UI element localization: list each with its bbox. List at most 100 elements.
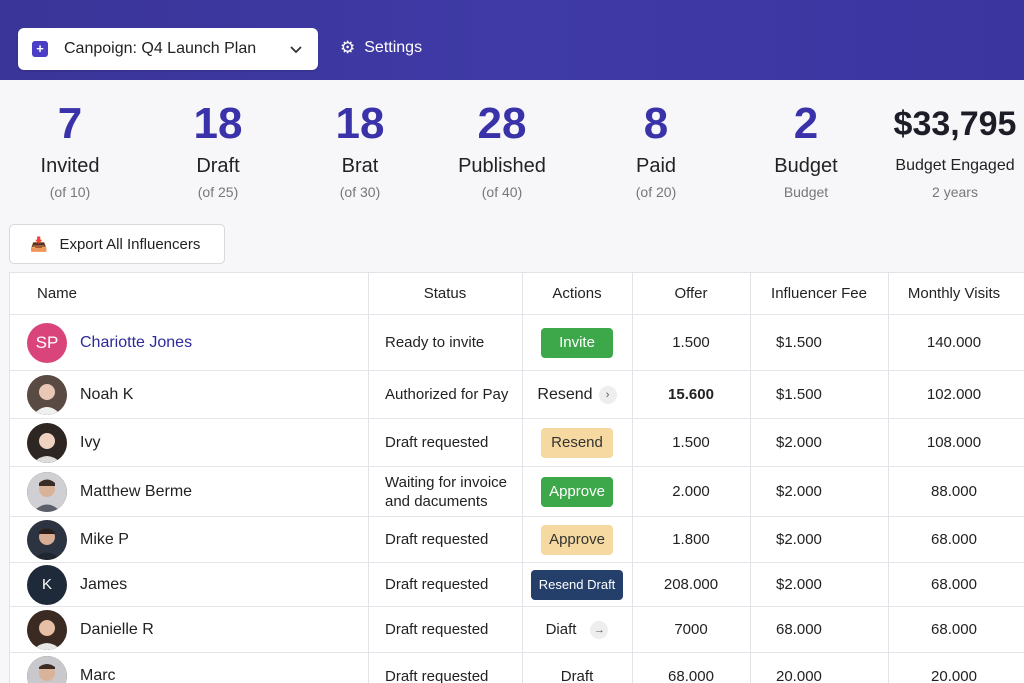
gear-icon: ⚙ (340, 38, 356, 57)
influencer-name[interactable]: Marc (80, 667, 116, 683)
stat-sub: 2 years (932, 184, 978, 200)
status-text: Draft requested (385, 621, 489, 638)
avatar (27, 422, 67, 463)
visits-value: 68.000 (931, 531, 977, 548)
chevron-down-icon (290, 46, 302, 54)
settings-label: Settings (364, 39, 423, 56)
status-text: Waiting for invoice and dacuments (385, 473, 507, 510)
stat-value: 7 (57, 99, 83, 148)
campaign-selector[interactable]: + Canpoign: Q4 Launch Plan (18, 28, 318, 70)
influencer-name[interactable]: Ivy (80, 434, 100, 452)
stat-published: 28 Published (of 40) (432, 96, 572, 204)
stat-label: Budget (774, 155, 838, 177)
stat-draft: 18 Draft (of 25) (148, 96, 288, 204)
approve-button[interactable]: Approve (541, 476, 613, 507)
stat-sub: Budget (783, 184, 829, 200)
stat-label: Budget Engaged (895, 157, 1015, 174)
table-row[interactable]: Mike P Draft requested Approve 1.800 $2.… (10, 517, 1024, 563)
status-text: Draft requested (385, 434, 489, 451)
stat-label: Published (458, 155, 546, 177)
stat-label: Draft (196, 155, 240, 177)
stat-value: 28 (477, 99, 527, 148)
stat-budget-engaged: $33,795 Budget Engaged 2 years (880, 96, 1024, 204)
stat-value: 18 (335, 99, 385, 148)
influencer-name[interactable]: Matthew Berme (80, 483, 192, 501)
stat-sub: (of 25) (197, 184, 239, 200)
col-header-status[interactable]: Status (368, 273, 522, 314)
person-photo-icon (27, 656, 67, 683)
offer-value: 7000 (674, 621, 708, 638)
person-photo-icon (27, 471, 67, 512)
table-row[interactable]: SP Chariotte Jones Ready to invite Invit… (10, 315, 1024, 371)
fee-value: $1.500 (776, 386, 822, 403)
campaign-plus-icon: + (32, 41, 48, 57)
offer-value: 208.000 (663, 576, 719, 593)
col-header-fee[interactable]: Influencer Fee (750, 273, 888, 314)
influencer-name-link[interactable]: Chariotte Jones (80, 334, 192, 352)
status-text: Ready to invite (385, 334, 485, 351)
stat-invited: 7 Invited (of 10) (0, 96, 140, 204)
table-row[interactable]: Marc Draft requested Draft 68.000 20.000… (10, 653, 1024, 683)
avatar (27, 374, 67, 415)
visits-value: 20.000 (931, 667, 977, 683)
influencer-name[interactable]: Noah K (80, 386, 133, 404)
status-text: Draft requested (385, 531, 489, 548)
campaign-label: Canpoign: Q4 Launch Plan (64, 40, 257, 57)
col-header-actions[interactable]: Actions (522, 273, 632, 314)
draft-action[interactable]: Diaft → (522, 607, 632, 652)
arrow-right-icon: → (590, 620, 609, 639)
offer-value: 15.600 (668, 386, 714, 403)
visits-value: 68.000 (931, 576, 977, 593)
chevron-right-icon: › (598, 385, 617, 404)
table-row[interactable]: Matthew Berme Waiting for invoice and da… (10, 467, 1024, 517)
stat-sub: (of 40) (481, 184, 523, 200)
status-text: Draft requested (385, 576, 489, 593)
col-header-visits[interactable]: Monthly Visits (888, 273, 1024, 314)
stat-sub: (of 10) (49, 184, 91, 200)
resend-action[interactable]: Resend › (522, 371, 632, 418)
approve-button[interactable]: Approve (541, 524, 613, 555)
offer-value: 1.500 (672, 434, 710, 451)
visits-value: 140.000 (926, 334, 982, 351)
resend-button[interactable]: Resend (541, 427, 613, 458)
avatar: SP (27, 322, 67, 363)
stat-sub: (of 30) (339, 184, 381, 200)
export-label: Export All Influencers (59, 235, 201, 253)
visits-value: 108.000 (926, 434, 982, 451)
visits-value: 88.000 (931, 483, 977, 500)
invite-button[interactable]: Invite (541, 327, 613, 358)
fee-value: $2.000 (776, 531, 822, 548)
table-row[interactable]: Ivy Draft requested Resend 1.500 $2.000 … (10, 419, 1024, 467)
col-header-offer[interactable]: Offer (632, 273, 750, 314)
fee-value: $2.000 (776, 576, 822, 593)
draft-action[interactable]: Draft (561, 668, 594, 683)
stat-label: Paid (635, 155, 677, 177)
influencer-name[interactable]: Danielle R (80, 621, 154, 639)
stat-value: 2 (793, 99, 819, 148)
offer-value: 1.800 (672, 531, 710, 548)
download-icon: 📥 (30, 235, 48, 252)
table-row[interactable]: K James Draft requested Resend Draft 208… (10, 563, 1024, 607)
stat-value: $33,795 (893, 105, 1017, 143)
influencer-name[interactable]: James (80, 576, 127, 594)
table-row[interactable]: Noah K Authorized for Pay Resend › 15.60… (10, 371, 1024, 419)
fee-value: $2.000 (776, 483, 822, 500)
visits-value: 102.000 (926, 386, 982, 403)
status-text: Draft requested (385, 667, 489, 683)
table-header: Name Status Actions Offer Influencer Fee… (10, 273, 1024, 315)
avatar (27, 471, 67, 512)
influencer-name[interactable]: Mike P (80, 531, 129, 549)
person-photo-icon (27, 609, 67, 650)
avatar (27, 609, 67, 650)
fee-value: 68.000 (776, 621, 822, 638)
settings-button[interactable]: ⚙ Settings (340, 38, 422, 58)
export-all-button[interactable]: 📥 Export All Influencers (9, 224, 225, 264)
offer-value: 2.000 (672, 483, 710, 500)
stats-summary: 7 Invited (of 10) 18 Draft (of 25) 18 Br… (0, 96, 1024, 216)
resend-draft-button[interactable]: Resend Draft (531, 569, 623, 600)
stat-budget: 2 Budget Budget (736, 96, 876, 204)
person-photo-icon (27, 374, 67, 415)
col-header-name[interactable]: Name (10, 273, 368, 314)
person-photo-icon (27, 519, 67, 560)
table-row[interactable]: Danielle R Draft requested Diaft → 7000 … (10, 607, 1024, 653)
